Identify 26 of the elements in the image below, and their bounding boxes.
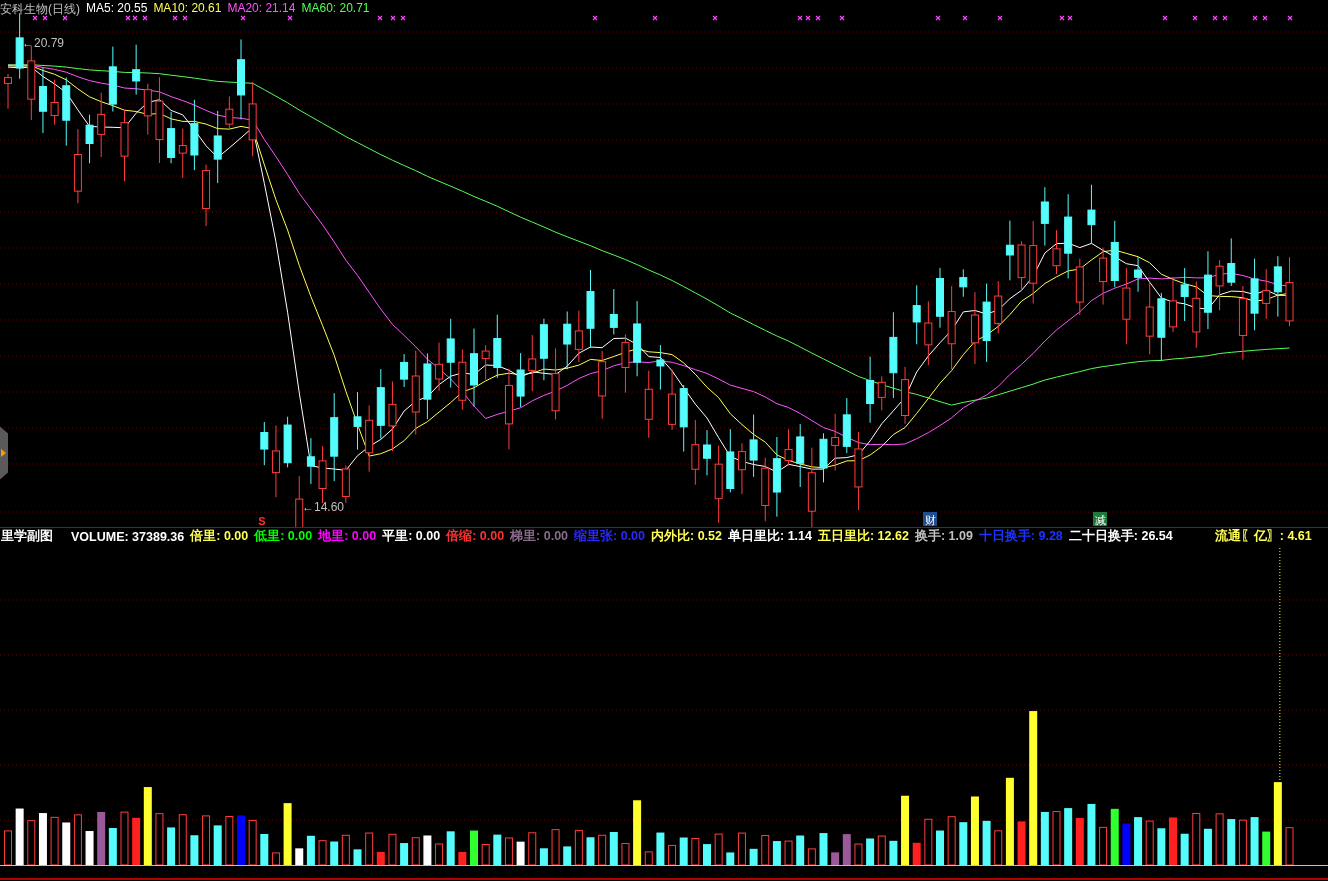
indicator-text: 平里: 0.00 (382, 528, 441, 545)
indicator-text: 内外比: 0.52 (651, 528, 722, 545)
indicator-text: 五日里比: 12.62 (817, 528, 909, 545)
indicator-text: 倍缩: 0.00 (446, 528, 505, 545)
indicator-text: 梯里: 0.00 (510, 528, 569, 545)
event-marker: S (258, 515, 266, 527)
legend-text: 安科生物(日线) (0, 1, 80, 18)
indicator-text: 低里: 0.00 (254, 528, 313, 545)
indicator-text: 里学副图 (1, 528, 53, 545)
indicator-text: 二十日换手: 26.54 (1068, 528, 1173, 545)
indicator-text: 地里: 0.00 (318, 528, 377, 545)
indicator-text: 换手: 1.09 (914, 528, 973, 545)
indicator-text: VOLUME: 37389.36 (71, 529, 185, 544)
indicator-text: 流通〖亿〗: 4.61 (1214, 528, 1312, 545)
event-marker: 减 (1093, 512, 1107, 526)
indicator-text: 单日里比: 1.14 (728, 528, 812, 545)
legend-text: MA20: 21.14 (227, 1, 296, 17)
price-label: ←14.60 (302, 500, 345, 514)
legend-text: MA10: 20.61 (153, 1, 222, 17)
legend-text: MA5: 20.55 (86, 1, 148, 17)
price-label: ←20.79 (22, 36, 65, 50)
event-marker: 财 (923, 512, 937, 526)
legend-text: MA60: 20.71 (301, 1, 370, 17)
indicator-text: 缩里张: 0.00 (574, 528, 646, 545)
indicator-text: 倍里: 0.00 (190, 528, 249, 545)
indicator-text: 十日换手: 9.28 (978, 528, 1063, 545)
